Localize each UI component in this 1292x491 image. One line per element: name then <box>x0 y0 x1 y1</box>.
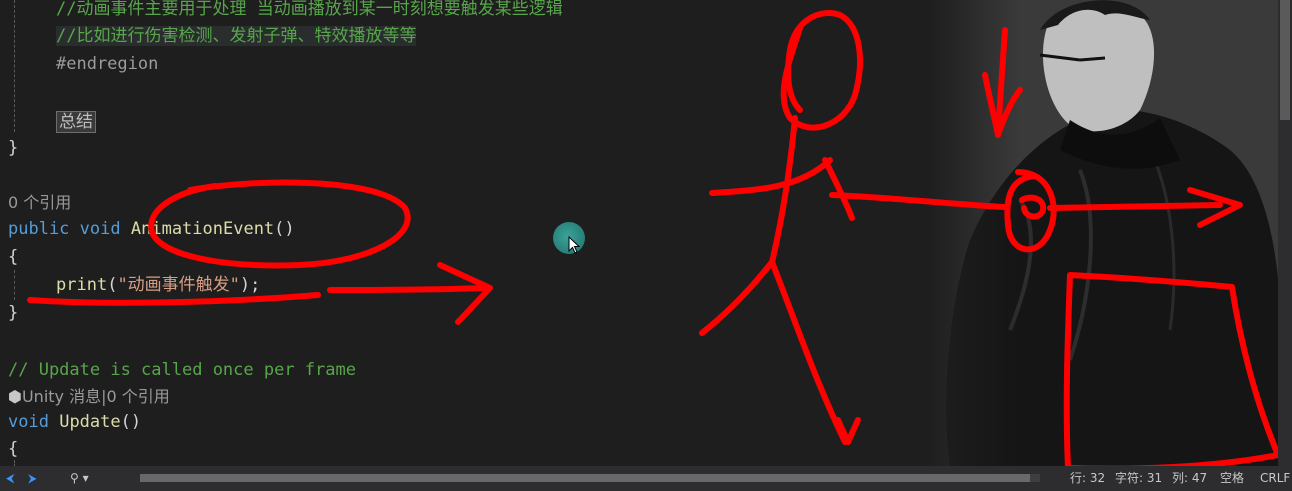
string-literal: "动画事件触发" <box>117 275 240 295</box>
indent-guide <box>14 0 15 132</box>
paren: ( <box>107 275 118 295</box>
keyword-public: public <box>8 219 70 239</box>
print-statement: print("动画事件触发"); <box>56 272 260 298</box>
method-parens: () <box>274 219 295 239</box>
method-parens: () <box>120 412 142 432</box>
collapsed-summary-label[interactable]: 总结 <box>56 111 96 133</box>
open-brace: { <box>8 439 19 459</box>
code-comment-line: //动画事件主要用于处理 当动画播放到某一时刻想要触发某些逻辑 <box>56 0 563 19</box>
open-brace: { <box>8 247 19 267</box>
paren-semicolon: ); <box>239 275 261 295</box>
vertical-scrollbar[interactable] <box>1278 0 1292 466</box>
nav-back-icon[interactable]: ⮜ <box>6 470 15 487</box>
nav-forward-icon[interactable]: ⮞ <box>28 470 37 487</box>
comment-text: //比如进行伤害检测、发射子弹、特效播放等等 <box>56 26 417 46</box>
status-eol[interactable]: CRLF <box>1260 470 1290 487</box>
method-name: Update <box>59 412 121 432</box>
code-editor[interactable]: //动画事件主要用于处理 当动画播放到某一时刻想要触发某些逻辑 //比如进行伤害… <box>0 0 1292 466</box>
codelens-unity-text: Unity 消息|0 个引用 <box>21 387 170 406</box>
status-indent[interactable]: 空格 <box>1220 470 1244 487</box>
character-illustration <box>930 0 1292 466</box>
print-fn: print <box>56 275 108 295</box>
status-col[interactable]: 列: 47 <box>1172 470 1207 487</box>
update-comment: // Update is called once per frame <box>8 360 356 380</box>
method-name: AnimationEvent <box>130 219 275 239</box>
keyword-void: void <box>8 412 49 432</box>
close-brace: } <box>8 138 19 158</box>
status-row[interactable]: 行: 32 <box>1070 470 1105 487</box>
status-bar: ⮜ ⮞ ⚲ ▾ 行: 32 字符: 31 列: 47 空格 CRLF <box>0 466 1292 491</box>
summary-region[interactable]: 总结 <box>56 109 96 135</box>
indent-guide <box>14 270 15 300</box>
horizontal-scrollbar[interactable] <box>140 474 1040 482</box>
keyword-void: void <box>79 219 121 239</box>
close-brace: } <box>8 303 19 323</box>
code-comment-line: //比如进行伤害检测、发射子弹、特效播放等等 <box>56 23 417 49</box>
method-signature: public void AnimationEvent() <box>8 216 295 242</box>
codelens-unity[interactable]: ⬢Unity 消息|0 个引用 <box>8 384 170 410</box>
horizontal-scroll-thumb[interactable] <box>140 474 1030 482</box>
mouse-pointer-icon <box>568 236 580 254</box>
vertical-scroll-thumb[interactable] <box>1280 0 1290 120</box>
codelens-references[interactable]: 0 个引用 <box>8 190 71 216</box>
status-chars[interactable]: 字符: 31 <box>1115 470 1162 487</box>
unity-cube-icon: ⬢ <box>8 387 22 406</box>
code-endregion: #endregion <box>56 54 159 74</box>
update-signature: void Update() <box>8 409 141 435</box>
branch-icon[interactable]: ⚲ ▾ <box>70 470 89 487</box>
